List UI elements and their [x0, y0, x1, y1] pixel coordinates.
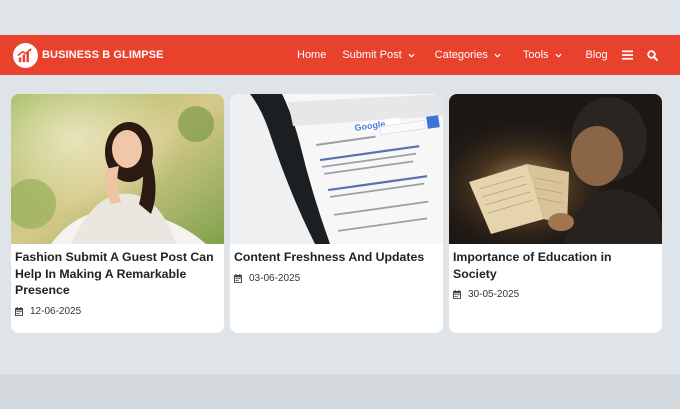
- post-date-value: 30-05-2025: [468, 289, 520, 300]
- top-strip: [0, 0, 680, 35]
- post-date: 03-06-2025: [230, 266, 443, 284]
- nav-item-label: Submit Post: [342, 49, 402, 61]
- nav-item-label: Blog: [585, 49, 608, 61]
- post-thumbnail[interactable]: Google: [230, 94, 443, 244]
- nav-item-label: Tools: [522, 49, 549, 61]
- chevron-down-icon: [408, 53, 415, 58]
- calendar-icon: [15, 306, 23, 316]
- bars-icon[interactable]: [621, 50, 633, 60]
- post-card[interactable]: Fashion Submit A Guest Post Can Help In …: [11, 94, 224, 333]
- nav-item-tools[interactable]: Tools: [523, 49, 562, 61]
- calendar-icon: [234, 273, 242, 283]
- nav-item-label: Home: [297, 49, 327, 61]
- post-title[interactable]: Importance of Education in Society: [449, 244, 662, 282]
- post-date-value: 03-06-2025: [249, 272, 301, 284]
- post-thumbnail[interactable]: [11, 94, 224, 244]
- post-thumbnail[interactable]: [449, 94, 662, 244]
- logo-icon: [13, 42, 38, 68]
- post-date-value: 12-06-2025: [30, 305, 82, 317]
- nav-item-home[interactable]: Home: [297, 49, 326, 61]
- post-date: 12-06-2025: [11, 299, 224, 317]
- nav-item-submit-post[interactable]: Submit Post: [342, 49, 415, 61]
- nav-item-label: Categories: [434, 49, 488, 61]
- site-name: BUSINESS B GLIMPSE: [42, 49, 164, 61]
- woman-in-white-dress-photo: [11, 94, 224, 244]
- phone-search-results-photo: Google: [230, 94, 443, 244]
- chevron-down-icon: [554, 53, 562, 58]
- post-title[interactable]: Fashion Submit A Guest Post Can Help In …: [11, 244, 224, 299]
- post-title[interactable]: Content Freshness And Updates: [230, 244, 443, 266]
- post-card[interactable]: Google Content Freshness And Updates 03-…: [230, 94, 443, 333]
- chevron-down-icon: [494, 53, 501, 58]
- post-date: 30-05-2025: [449, 282, 662, 300]
- footer-band: [0, 374, 680, 409]
- main-navbar: BUSINESS B GLIMPSE Home Submit Post Cate…: [0, 35, 680, 75]
- calendar-icon: [453, 290, 461, 299]
- post-card[interactable]: Importance of Education in Society 30-05…: [449, 94, 662, 333]
- site-logo[interactable]: BUSINESS B GLIMPSE: [13, 42, 164, 68]
- nav-item-categories[interactable]: Categories: [435, 49, 501, 61]
- post-grid: Fashion Submit A Guest Post Can Help In …: [0, 75, 680, 374]
- primary-menu: Home Submit Post Categories Tools Blog: [297, 35, 658, 75]
- search-icon[interactable]: [646, 49, 658, 61]
- nav-item-blog[interactable]: Blog: [586, 49, 608, 61]
- child-reading-book-photo: [449, 94, 662, 244]
